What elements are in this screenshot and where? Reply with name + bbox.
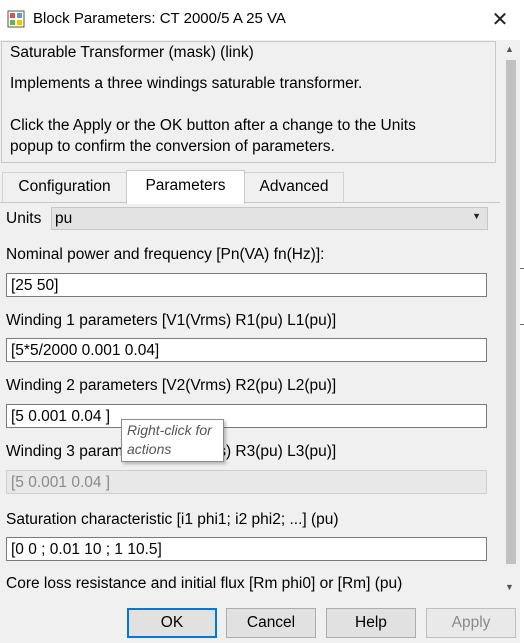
dialog-content: Saturable Transformer (mask) (link) Impl… — [0, 40, 504, 600]
units-label: Units — [6, 210, 42, 227]
title-bar: Block Parameters: CT 2000/5 A 25 VA ✕ — [0, 0, 524, 40]
ok-button[interactable]: OK — [127, 608, 217, 638]
tab-parameters[interactable]: Parameters — [126, 170, 245, 204]
winding2-label: Winding 2 parameters [V2(Vrms) R2(pu) L2… — [6, 377, 337, 394]
tab-advanced[interactable]: Advanced — [244, 172, 344, 203]
tab-configuration[interactable]: Configuration — [2, 172, 127, 203]
description-line: popup to confirm the conversion of param… — [10, 138, 335, 155]
cancel-button[interactable]: Cancel — [226, 608, 316, 638]
vertical-scrollbar[interactable]: ▲ ▼ — [502, 40, 520, 602]
nominal-power-label: Nominal power and frequency [Pn(VA) fn(H… — [6, 246, 325, 263]
help-button[interactable]: Help — [326, 608, 416, 638]
description-line: Implements a three windings saturable tr… — [10, 75, 363, 92]
winding1-label: Winding 1 parameters [V1(Vrms) R1(pu) L1… — [6, 312, 337, 329]
edge-mark — [520, 268, 524, 269]
description-line: Click the Apply or the OK button after a… — [10, 117, 416, 134]
units-dropdown[interactable]: pu ▼ — [51, 207, 488, 230]
tab-divider — [0, 202, 500, 203]
tooltip-line: Right-click for — [127, 422, 212, 438]
scrollbar-thumb[interactable] — [506, 60, 516, 564]
window-title: Block Parameters: CT 2000/5 A 25 VA — [33, 10, 286, 27]
simulink-block-icon — [7, 10, 25, 28]
saturation-label: Saturation characteristic [i1 phi1; i2 p… — [6, 511, 339, 528]
tooltip: Right-click for actions — [121, 419, 224, 462]
tooltip-line: actions — [127, 441, 172, 457]
saturation-field[interactable]: [0 0 ; 0.01 10 ; 1 10.5] — [6, 537, 487, 561]
winding1-field[interactable]: [5*5/2000 0.001 0.04] — [6, 338, 487, 362]
close-icon[interactable]: ✕ — [486, 6, 514, 34]
button-bar: OK Cancel Help Apply — [0, 603, 520, 643]
scroll-up-icon[interactable]: ▲ — [505, 44, 514, 54]
edge-mark — [520, 324, 524, 325]
units-selected-value: pu — [55, 210, 73, 227]
scroll-down-icon[interactable]: ▼ — [505, 582, 514, 592]
winding3-field: [5 0.001 0.04 ] — [6, 470, 487, 494]
core-loss-label: Core loss resistance and initial flux [R… — [6, 575, 403, 592]
dropdown-arrow-icon: ▼ — [472, 211, 481, 221]
nominal-power-field[interactable]: [25 50] — [6, 273, 487, 297]
winding2-field[interactable]: [5 0.001 0.04 ] — [6, 404, 487, 428]
mask-description-panel: Saturable Transformer (mask) (link) Impl… — [1, 41, 496, 163]
background-window-edge — [520, 0, 524, 643]
apply-button: Apply — [426, 608, 516, 638]
mask-title: Saturable Transformer (mask) (link) — [10, 44, 254, 61]
